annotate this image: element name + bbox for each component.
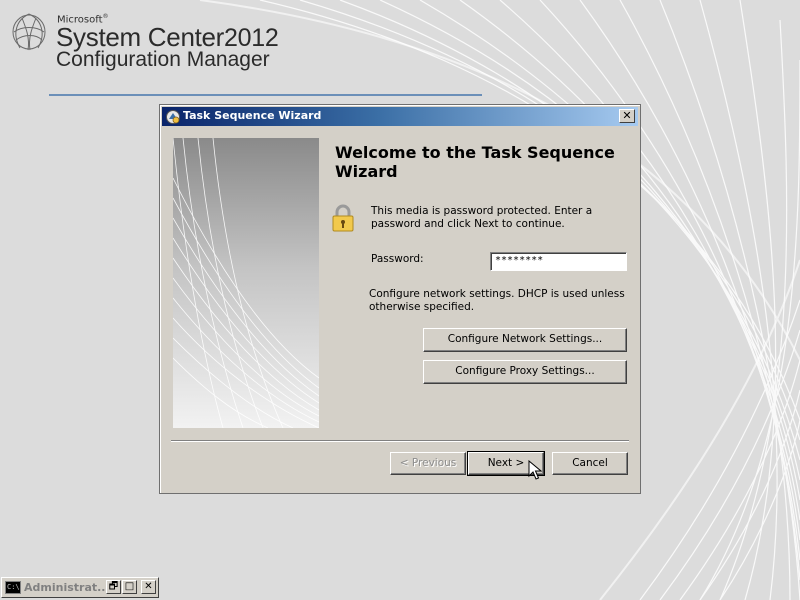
command-prompt-icon: C:\	[5, 581, 21, 594]
dialog-title: Task Sequence Wizard	[183, 109, 322, 122]
maximize-button[interactable]: □	[122, 580, 137, 594]
minimized-window-title: Administrat...	[24, 581, 110, 594]
wizard-icon	[166, 110, 180, 124]
dialog-separator	[171, 440, 629, 442]
cancel-button[interactable]: Cancel	[552, 452, 628, 475]
password-input[interactable]: ********	[490, 252, 627, 271]
welcome-heading: Welcome to the Task Sequence Wizard	[335, 143, 615, 181]
brand-divider-line	[49, 94, 482, 96]
mouse-pointer-icon	[528, 460, 542, 480]
brand-subtitle: Configuration Manager	[56, 48, 270, 71]
minimized-command-window[interactable]: C:\ Administrat... 🗗 □ ✕	[1, 577, 159, 598]
restore-button[interactable]: 🗗	[106, 580, 121, 594]
password-label: Password:	[371, 253, 424, 265]
network-message: Configure network settings. DHCP is used…	[369, 288, 625, 313]
task-sequence-wizard-dialog: Task Sequence Wizard ✕ Welcome to the Ta…	[159, 104, 641, 494]
configure-proxy-settings-button[interactable]: Configure Proxy Settings...	[423, 360, 627, 384]
dialog-title-bar[interactable]: Task Sequence Wizard ✕	[162, 107, 638, 126]
dialog-close-button[interactable]: ✕	[619, 109, 635, 123]
password-message: This media is password protected. Enter …	[371, 205, 593, 230]
previous-button[interactable]: < Previous	[390, 452, 466, 475]
lock-icon	[332, 204, 354, 232]
close-window-button[interactable]: ✕	[141, 580, 156, 594]
configure-network-settings-button[interactable]: Configure Network Settings...	[423, 328, 627, 352]
system-center-logo-icon	[12, 13, 46, 51]
wizard-side-banner	[173, 138, 319, 428]
